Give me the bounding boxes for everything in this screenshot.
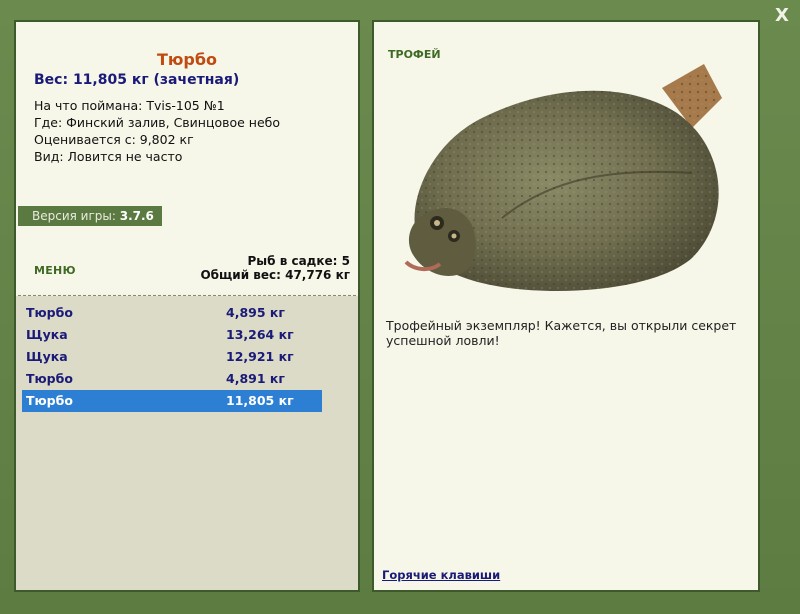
catch-weight: 11,805 кг	[226, 393, 294, 408]
cage-total-weight: Общий вес: 47,776 кг	[200, 268, 350, 282]
estimated-from: Оценивается с: 9,802 кг	[34, 132, 194, 147]
version-label: Версия игры:	[32, 209, 116, 223]
catch-list-item[interactable]: Щука 13,264 кг	[22, 324, 322, 346]
fish-details: На что поймана: Tvis-105 №1 Где: Финский…	[34, 97, 280, 165]
catch-name: Тюрбо	[26, 371, 73, 386]
fish-info-section: Тюрбо Вес: 11,805 кг (зачетная) На что п…	[16, 22, 358, 294]
fish-title: Тюрбо	[156, 50, 218, 69]
catch-name: Тюрбо	[26, 305, 73, 320]
catch-list-item-selected[interactable]: Тюрбо 11,805 кг	[22, 390, 322, 412]
fish-weight: Вес: 11,805 кг (зачетная)	[34, 72, 240, 88]
catch-name: Щука	[26, 349, 68, 364]
hotkeys-link[interactable]: Горячие клавиши	[382, 568, 500, 582]
game-window: X Тюрбо Вес: 11,805 кг (зачетная) На что…	[0, 0, 800, 614]
caught-on: На что поймана: Tvis-105 №1	[34, 98, 225, 113]
version-value: 3.7.6	[119, 209, 154, 223]
catch-list-item[interactable]: Щука 12,921 кг	[22, 346, 322, 368]
catch-location: Где: Финский залив, Свинцовое небо	[34, 115, 281, 130]
close-button[interactable]: X	[772, 6, 792, 26]
cage-stats: Рыб в садке: 5 Общий вес: 47,776 кг	[200, 254, 350, 282]
turbot-fish-image	[404, 64, 722, 291]
trophy-panel: ТРОФЕЙ Трофейный экземпляр! Кажется, вы …	[372, 20, 760, 592]
catch-name: Щука	[26, 327, 68, 342]
menu-button[interactable]: МЕНЮ	[34, 264, 76, 277]
game-version: Версия игры: 3.7.6	[18, 206, 162, 226]
trophy-description: Трофейный экземпляр! Кажется, вы открыли…	[386, 318, 737, 348]
catch-list: Тюрбо 4,895 кг Щука 13,264 кг Щука 12,92…	[16, 296, 358, 590]
cage-count: Рыб в садке: 5	[247, 254, 351, 268]
catch-list-item[interactable]: Тюрбо 4,891 кг	[22, 368, 322, 390]
fish-kind: Вид: Ловится не часто	[34, 149, 183, 164]
catch-info-panel: Тюрбо Вес: 11,805 кг (зачетная) На что п…	[14, 20, 360, 592]
catch-weight: 12,921 кг	[226, 349, 294, 364]
catch-weight: 13,264 кг	[226, 327, 294, 342]
catch-weight: 4,895 кг	[226, 305, 285, 320]
catch-name: Тюрбо	[26, 393, 73, 408]
catch-weight: 4,891 кг	[226, 371, 285, 386]
catch-list-item[interactable]: Тюрбо 4,895 кг	[22, 302, 322, 324]
